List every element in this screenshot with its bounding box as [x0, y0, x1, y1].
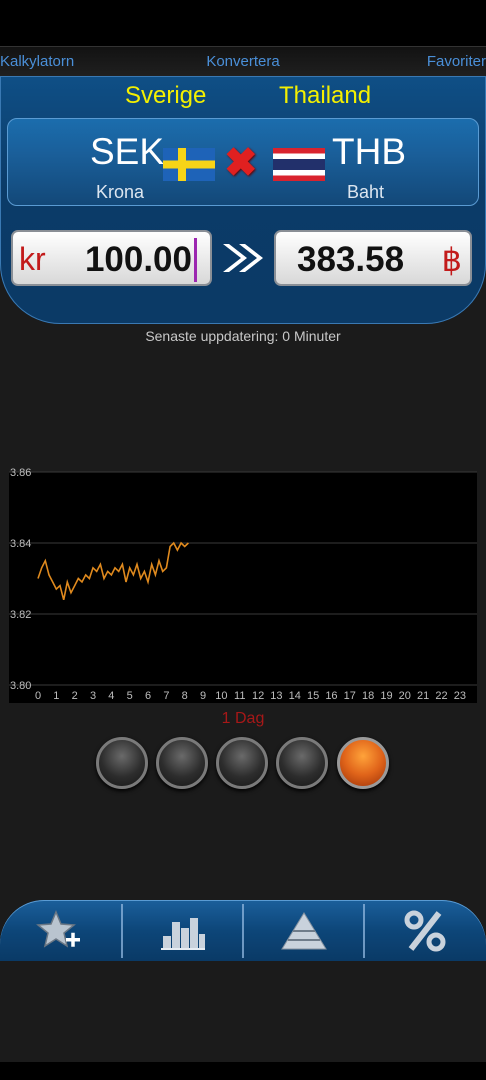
from-amount-field[interactable]: kr 100.00: [11, 230, 212, 286]
chart-x-tick-label: 18: [362, 690, 374, 702]
chart-x-tick-label: 11: [234, 690, 245, 702]
period-button-4[interactable]: [276, 737, 328, 789]
nav-chart[interactable]: [122, 900, 243, 961]
chart-x-tick-label: 21: [417, 690, 429, 702]
tab-convert[interactable]: Konvertera: [206, 53, 279, 70]
from-amount-value[interactable]: 100.00: [85, 240, 192, 280]
pyramid-icon: [280, 911, 327, 949]
thailand-flag-icon: [273, 148, 325, 181]
tab-calculator[interactable]: Kalkylatorn: [0, 53, 74, 70]
to-currency-symbol: ฿: [441, 242, 462, 278]
from-currency-code[interactable]: SEK: [90, 131, 164, 173]
chart-x-tick-label: 22: [435, 690, 447, 702]
chart-x-tick-label: 9: [200, 690, 206, 702]
to-amount-field: 383.58 ฿: [274, 230, 472, 286]
from-currency-name: Krona: [96, 182, 145, 202]
chart-x-tick-label: 1: [53, 690, 59, 702]
chart-y-tick-label: 3.82: [10, 609, 31, 621]
chart-x-tick-label: 13: [270, 690, 282, 702]
nav-add-favorite[interactable]: [0, 900, 121, 961]
chart-x-tick-label: 8: [182, 690, 188, 702]
chart-x-tick-label: 4: [108, 690, 114, 702]
to-currency-name: Baht: [347, 182, 385, 202]
from-currency-symbol: kr: [19, 241, 46, 277]
converter-panel: Sverige Thailand SEK Krona ✖ THB Baht kr…: [0, 76, 486, 324]
percent-icon: [404, 910, 445, 951]
chart-x-tick-label: 0: [35, 690, 41, 702]
system-nav-bar: [0, 1062, 486, 1080]
chart-x-tick-label: 2: [72, 690, 78, 702]
tab-favorites[interactable]: Favoriter: [427, 53, 486, 70]
chart-x-tick-label: 17: [344, 690, 356, 702]
period-button-3[interactable]: [216, 737, 268, 789]
to-country[interactable]: Thailand: [279, 82, 371, 110]
chart-x-tick-label: 10: [215, 690, 227, 702]
nav-pyramid[interactable]: [243, 900, 364, 961]
chart-x-tick-label: 23: [454, 690, 466, 702]
chart-x-tick-label: 6: [145, 690, 151, 702]
chart-y-tick-label: 3.84: [10, 538, 31, 550]
period-label: 1 Dag: [221, 710, 265, 727]
chart-x-tick-label: 20: [399, 690, 411, 702]
chart-x-tick-label: 7: [163, 690, 169, 702]
chart-x-tick-label: 12: [252, 690, 264, 702]
to-currency-code[interactable]: THB: [332, 131, 406, 173]
chart-y-tick-label: 3.80: [10, 680, 31, 692]
period-button-2[interactable]: [156, 737, 208, 789]
chart-x-tick-label: 5: [127, 690, 133, 702]
swap-currencies-icon[interactable]: ✖: [224, 143, 258, 183]
convert-arrow-icon[interactable]: [219, 240, 267, 276]
chart-x-tick-label: 14: [289, 690, 301, 702]
top-tabs: Kalkylatorn Konvertera Favoriter: [0, 46, 486, 77]
bottom-nav: [0, 900, 486, 961]
text-cursor: [194, 238, 197, 282]
chart-plot-area: [9, 472, 477, 703]
chart-icon: [160, 917, 205, 950]
nav-percent[interactable]: [364, 900, 485, 961]
period-button-1[interactable]: [96, 737, 148, 789]
status-bar: [0, 0, 486, 46]
chart-x-tick-label: 16: [325, 690, 337, 702]
period-selector: [0, 737, 486, 791]
add-favorite-icon: [35, 909, 80, 948]
from-country[interactable]: Sverige: [125, 82, 206, 110]
chart-x-tick-label: 3: [90, 690, 96, 702]
period-button-5[interactable]: [337, 737, 389, 789]
chart-x-tick-label: 15: [307, 690, 319, 702]
rate-chart: 3.803.823.843.860 1 2 3 4 5 6 7 8 9 10 11 12 13 14 15 16…: [9, 467, 477, 703]
chart-x-tick-label: 19: [380, 690, 392, 702]
last-update-text: Senaste uppdatering: 0 Minuter: [145, 328, 341, 344]
sweden-flag-icon: [163, 148, 215, 181]
chart-y-tick-label: 3.86: [10, 467, 31, 479]
currency-pair-card: SEK Krona ✖ THB Baht: [7, 118, 479, 206]
to-amount-value: 383.58: [297, 240, 405, 279]
